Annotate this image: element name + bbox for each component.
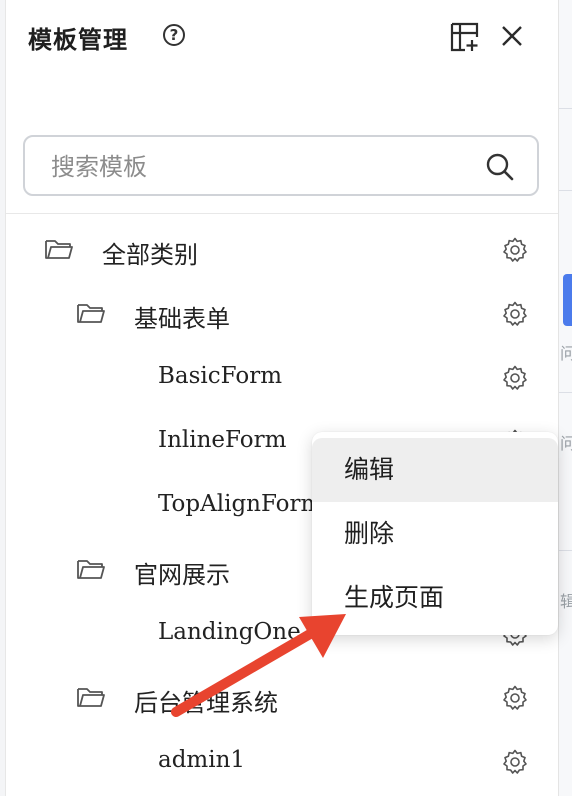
bg-divider <box>559 550 572 551</box>
tree-node-label: BasicForm <box>158 363 283 389</box>
help-icon[interactable]: ? <box>163 24 185 46</box>
tree-node-group[interactable]: 后台管理系统 <box>6 669 558 727</box>
gear-icon[interactable] <box>502 365 528 391</box>
tree-node-label: 基础表单 <box>134 305 230 333</box>
tree-node-label: 官网展示 <box>134 561 230 589</box>
folder-icon <box>77 560 105 579</box>
bg-text-fragment: 问 <box>560 430 572 454</box>
folder-icon <box>77 304 105 323</box>
tree-node-label: 后台管理系统 <box>134 689 278 717</box>
gear-icon[interactable] <box>502 749 528 775</box>
bg-text-fragment: 辑 <box>560 588 572 612</box>
folder-icon <box>45 240 73 259</box>
search-input[interactable] <box>49 147 473 187</box>
bg-divider <box>559 392 572 393</box>
tree-node-label: LandingOne <box>158 619 301 645</box>
panel-title: 模板管理 <box>28 26 128 54</box>
tree-node-all-categories[interactable]: 全部类别 <box>6 221 558 279</box>
folder-icon <box>77 688 105 707</box>
menu-item-edit[interactable]: 编辑 <box>312 438 558 502</box>
tree-node-template[interactable]: admin1 <box>6 733 558 791</box>
tree-node-template[interactable]: BasicForm <box>6 349 558 407</box>
close-icon[interactable] <box>500 24 524 48</box>
bg-text-fragment: 问 <box>560 340 572 364</box>
bg-divider <box>559 190 572 191</box>
template-manager-panel: 模板管理 ? 全部类别 <box>6 0 558 796</box>
search-icon[interactable] <box>485 152 515 182</box>
background-page-strip: 问 问 辑 <box>558 0 572 796</box>
tree-node-label: InlineForm <box>158 427 287 453</box>
menu-item-delete[interactable]: 删除 <box>312 502 558 566</box>
search-box <box>23 135 539 196</box>
tree-node-label: 全部类别 <box>102 241 198 269</box>
gear-icon[interactable] <box>502 301 528 327</box>
bg-blue-button <box>563 274 572 326</box>
tree-node-label: TopAlignForm <box>158 491 323 517</box>
add-layout-icon[interactable] <box>450 22 480 52</box>
header-divider <box>6 213 558 214</box>
bg-divider <box>559 108 572 109</box>
gear-icon[interactable] <box>502 237 528 263</box>
tree-node-label: admin1 <box>158 747 246 773</box>
menu-item-generate-page[interactable]: 生成页面 <box>312 566 558 630</box>
context-menu: 编辑 删除 生成页面 <box>312 432 558 635</box>
gear-icon[interactable] <box>502 685 528 711</box>
tree-node-group[interactable]: 基础表单 <box>6 285 558 343</box>
